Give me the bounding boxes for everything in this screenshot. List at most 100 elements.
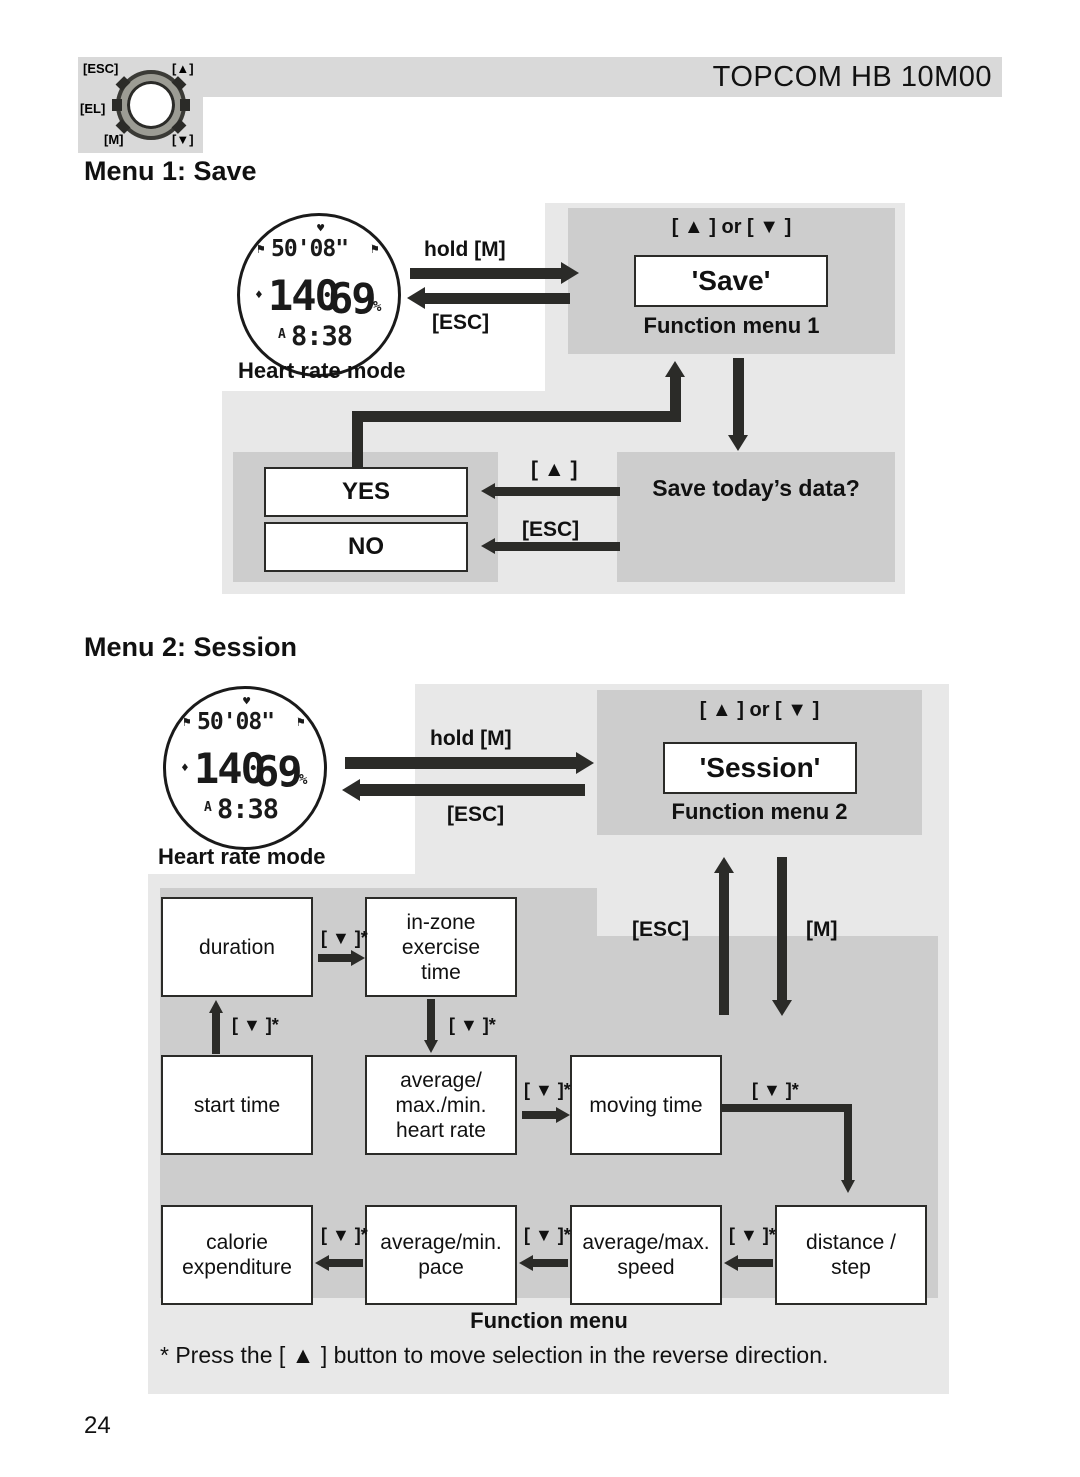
function-item-distance-step[interactable]: distance / step [775,1205,927,1305]
watch-face-blank [127,81,175,129]
menu2-esc-label: [ESC] [447,803,505,826]
menu2-arrow-up-head [714,857,734,873]
lcd-clock-time: 8:38 [291,321,353,352]
step-key-duration-to-inzone: [ ▼ ]* [321,928,368,948]
step-key-movingtime-to-distance: [ ▼ ]* [752,1080,799,1100]
page-number: 24 [84,1412,111,1439]
key-label-esc: [ESC] [83,61,119,76]
lcd-percent-value: 69 [254,747,303,796]
arrow-avgminpace-to-calorie-shaft [328,1259,363,1267]
lcd-percent-value: 69 [328,274,377,323]
lcd-am-indicator: A [278,327,286,342]
watch-display-heart-rate-mode-2: ♥ ⚑ 50'08" ⚑ ♦ 140 69 % A 8:38 [163,686,327,850]
menu2-arrow-to-menu-head [576,752,594,774]
step-key-inzone-to-avghr: [ ▼ ]* [449,1015,496,1035]
watch-mode-caption-2: Heart rate mode [158,844,326,869]
arrow-avgmaxspeed-to-avgminpace-head [519,1255,533,1271]
lcd-elapsed-time: 50'08" [271,236,349,262]
heart-icon: ♥ [243,694,251,708]
lcd-elapsed-time: 50'08" [197,709,275,735]
menu2-arrow-to-menu-shaft [345,757,577,769]
menu1-arrow-down-shaft [733,358,744,436]
arrow-avgmaxspeed-to-avgminpace-shaft [533,1259,568,1267]
menu2-function-menu-label: Function menu 2 [671,799,848,824]
arrow-duration-to-inzone-head [351,950,365,966]
lcd-top-prefix-icon: ⚑ [257,242,265,257]
menu1-arrow-yes-head [481,483,495,499]
menu1-yes-key-label: [ ▲ ] [531,458,578,481]
watch-button-nub [112,99,122,111]
arrow-duration-to-inzone-shaft [318,954,353,962]
arrow-avghr-to-movingtime-head [556,1107,570,1123]
menu1-question-text: Save today’s data? [652,475,860,501]
menu1-arrow-back-head [407,287,425,309]
menu1-question-panel [617,452,895,582]
watch-button-nub [180,99,190,111]
arrow-starttime-to-duration-shaft [212,1012,220,1054]
menu2-screen-session[interactable]: 'Session' [663,742,857,794]
menu1-arrow-to-menu-head [561,262,579,284]
menu2-arrow-up-shaft [719,870,729,1015]
lcd-shoe-icon: ♦ [255,288,263,303]
function-item-start-time[interactable]: start time [161,1055,313,1155]
lcd-percent-symbol: % [373,299,382,315]
arrow-movingtime-to-distance-head [841,1180,855,1193]
step-key-avghr-to-movingtime: [ ▼ ]* [524,1080,571,1100]
lcd-percent-symbol: % [299,772,308,788]
menu2-function-menu-caption: Function menu [470,1308,628,1333]
function-item-average-max-min-heart-rate[interactable]: average/ max./min. heart rate [365,1055,517,1155]
menu1-option-no[interactable]: NO [264,522,468,572]
watch-display-heart-rate-mode-1: ♥ ⚑ 50'08" ⚑ ♦ 140 69 % A 8:38 [237,213,401,377]
key-label-up: [▲] [172,61,194,76]
menu1-arrow-down-head [728,435,748,451]
menu2-heading: Menu 2: Session [84,632,298,662]
menu2-arrow-down-shaft [777,857,787,1002]
lcd-top-suffix-icon: ⚑ [371,242,379,257]
arrow-distance-to-avgmaxspeed-head [724,1255,738,1271]
page-title: TOPCOM HB 10M00 [712,61,992,93]
arrow-avgminpace-to-calorie-head [315,1255,329,1271]
lcd-shoe-icon: ♦ [181,761,189,776]
arrow-avghr-to-movingtime-shaft [522,1111,557,1119]
menu2-esc-column-label: [ESC] [632,918,690,941]
menu1-return-path-down-left [352,411,363,467]
heart-icon: ♥ [317,221,325,235]
menu1-arrow-to-menu-shaft [410,268,562,279]
menu1-arrow-no-head [481,538,495,554]
menu1-select-hint: [ ▲ ] or [ ▼ ] [671,216,792,238]
menu2-hold-m-label: hold [M] [430,727,512,750]
step-key-avgmaxspeed-to-avgminpace: [ ▼ ]* [524,1225,571,1245]
menu1-return-path-horizontal [352,411,681,422]
footnote-text: * Press the [ ▲ ] button to move selecti… [160,1342,829,1368]
menu2-arrow-down-head [772,1000,792,1016]
lcd-top-suffix-icon: ⚑ [297,715,305,730]
function-item-in-zone-exercise-time[interactable]: in-zone exercise time [365,897,517,997]
step-key-distance-to-avgmaxspeed: [ ▼ ]* [729,1225,776,1245]
arrow-distance-to-avgmaxspeed-shaft [738,1259,773,1267]
arrow-starttime-to-duration-head [209,1000,223,1013]
menu1-return-path-up-right [670,375,681,417]
menu1-option-yes[interactable]: YES [264,467,468,517]
function-item-average-max-speed[interactable]: average/max. speed [570,1205,722,1305]
function-item-calorie-expenditure[interactable]: calorie expenditure [161,1205,313,1305]
lcd-am-indicator: A [204,800,212,815]
watch-mode-caption-1: Heart rate mode [238,358,406,383]
function-item-duration[interactable]: duration [161,897,313,997]
menu1-hold-m-label: hold [M] [424,238,506,261]
function-item-moving-time[interactable]: moving time [570,1055,722,1155]
key-label-m: [M] [104,132,124,147]
step-key-starttime-to-duration: [ ▼ ]* [232,1015,279,1035]
menu1-function-menu-label: Function menu 1 [643,313,820,338]
function-item-average-min-pace[interactable]: average/min. pace [365,1205,517,1305]
menu1-arrow-back-shaft [425,293,570,304]
menu1-esc-label: [ESC] [432,311,490,334]
menu2-m-column-label: [M] [806,918,838,941]
arrow-movingtime-to-distance-horizontal [722,1104,852,1112]
menu1-screen-save[interactable]: 'Save' [634,255,828,307]
menu1-heading: Menu 1: Save [84,156,257,186]
lcd-top-prefix-icon: ⚑ [183,715,191,730]
arrow-movingtime-to-distance-vertical [844,1104,852,1182]
menu1-no-key-label: [ESC] [522,518,580,541]
menu2-select-hint: [ ▲ ] or [ ▼ ] [699,699,820,721]
arrow-inzone-to-avghr-head [424,1040,438,1053]
